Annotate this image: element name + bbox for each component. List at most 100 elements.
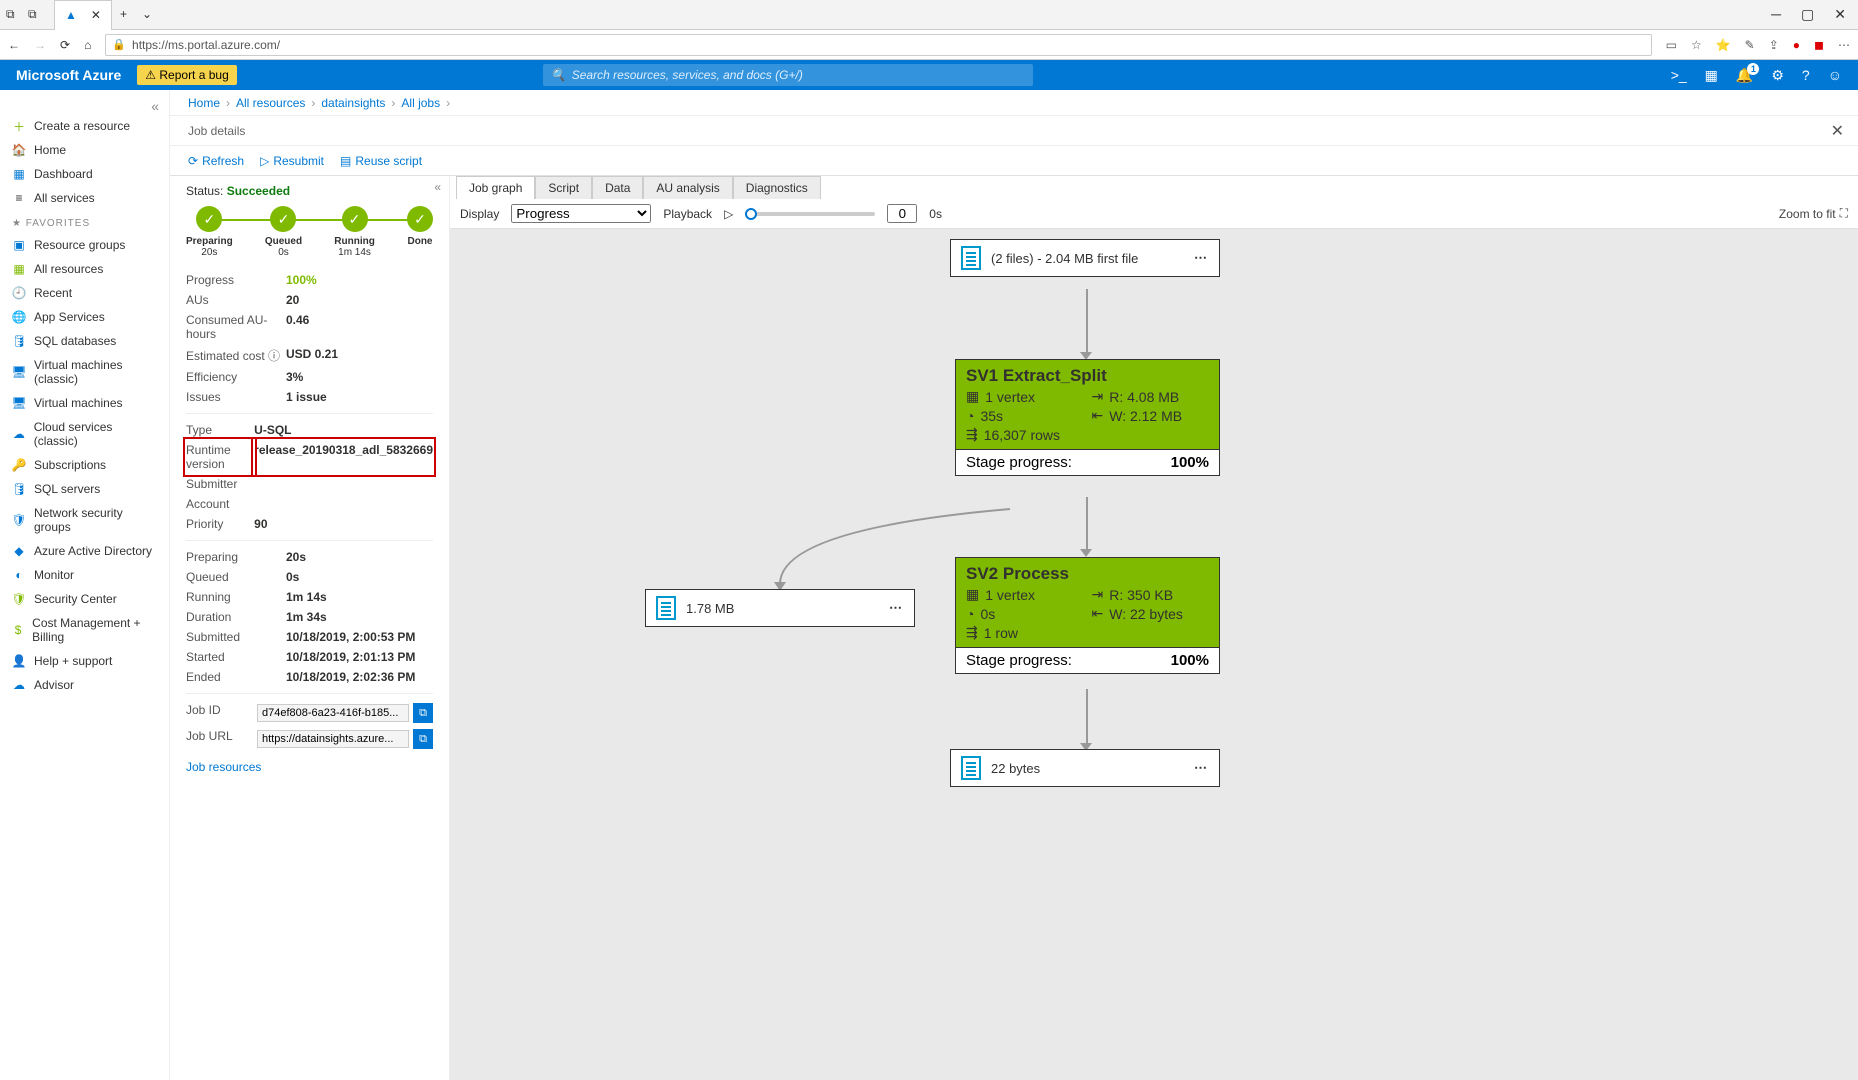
share-icon[interactable]: ⇪ xyxy=(1769,38,1779,52)
ext1-icon[interactable]: ● xyxy=(1793,38,1800,52)
nav-subscriptions[interactable]: 🔑Subscriptions xyxy=(0,453,169,477)
tab-close-button[interactable]: ✕ xyxy=(91,8,101,22)
nav-sql-databases[interactable]: 🛢SQL databases xyxy=(0,329,169,353)
collapse-details-button[interactable]: « xyxy=(434,180,441,194)
play-icon[interactable]: ▷ xyxy=(724,207,733,221)
job-resources-link[interactable]: Job resources xyxy=(186,760,261,774)
notifications-icon[interactable]: 🔔1 xyxy=(1736,67,1753,84)
home-icon: 🏠 xyxy=(12,143,26,157)
directory-icon[interactable]: ▦ xyxy=(1705,67,1718,84)
favorites-bar-icon[interactable]: ⭐ xyxy=(1716,38,1731,52)
reading-view-icon[interactable]: ▭ xyxy=(1666,38,1677,52)
sv2-node[interactable]: SV2 Process ▦1 vertex ⇥R: 350 KB ◔0s ⇤W:… xyxy=(955,557,1220,674)
output-file-node[interactable]: 22 bytes⋯ xyxy=(950,749,1220,787)
feedback-icon[interactable]: ☺ xyxy=(1828,67,1842,84)
tab-group-icon[interactable]: ⧉ xyxy=(6,7,22,23)
back-button[interactable]: ← xyxy=(8,38,20,52)
nav-security[interactable]: 🛡Security Center xyxy=(0,587,169,611)
address-bar[interactable]: 🔒 https://ms.portal.azure.com/ xyxy=(105,34,1651,56)
job-url-field[interactable] xyxy=(257,730,409,748)
crumb-allresources[interactable]: All resources xyxy=(236,96,305,110)
new-tab-button[interactable]: + xyxy=(120,7,136,23)
nav-resource-groups[interactable]: ▣Resource groups xyxy=(0,233,169,257)
more-icon[interactable]: ⋯ xyxy=(1838,38,1850,52)
rows-icon: ⇶ xyxy=(966,426,978,443)
nav-cloud-classic[interactable]: ☁Cloud services (classic) xyxy=(0,415,169,453)
nav-nsg[interactable]: 🛡Network security groups xyxy=(0,501,169,539)
tab-group-icon2[interactable]: ⧉ xyxy=(28,7,44,23)
resubmit-button[interactable]: ▷Resubmit xyxy=(260,154,324,168)
favorites-header: ★ FAVORITES xyxy=(0,210,169,233)
browser-tab[interactable]: ▲ ✕ xyxy=(54,0,112,30)
nav-app-services[interactable]: 🌐App Services xyxy=(0,305,169,329)
nav-vm-classic[interactable]: 🖥Virtual machines (classic) xyxy=(0,353,169,391)
clock-icon: ◔ xyxy=(966,408,974,424)
nav-sql-servers[interactable]: 🛢SQL servers xyxy=(0,477,169,501)
services-icon: ≡ xyxy=(12,191,26,205)
node-menu-icon[interactable]: ⋯ xyxy=(889,600,904,616)
crumb-home[interactable]: Home xyxy=(188,96,220,110)
node-menu-icon[interactable]: ⋯ xyxy=(1194,760,1209,776)
home-button[interactable]: ⌂ xyxy=(84,38,91,52)
close-blade-button[interactable]: ✕ xyxy=(1831,121,1844,141)
tab-data[interactable]: Data xyxy=(592,176,643,199)
node-menu-icon[interactable]: ⋯ xyxy=(1194,250,1209,266)
help-icon[interactable]: ? xyxy=(1802,67,1810,84)
notes-icon[interactable]: ✎ xyxy=(1745,38,1755,52)
grid-icon: ▦ xyxy=(966,586,979,603)
nav-home[interactable]: 🏠Home xyxy=(0,138,169,162)
refresh-button[interactable]: ⟳Refresh xyxy=(188,154,244,168)
write-icon: ⇤ xyxy=(1092,407,1104,424)
display-select[interactable]: Progress xyxy=(511,204,651,223)
ext2-icon[interactable]: ◼ xyxy=(1814,38,1824,52)
advisor-icon: ☁ xyxy=(12,678,26,692)
crumb-account[interactable]: datainsights xyxy=(321,96,385,110)
playback-time-input[interactable] xyxy=(887,204,917,223)
graph-canvas[interactable]: (2 files) - 2.04 MB first file⋯ SV1 Extr… xyxy=(450,229,1858,1080)
nav-aad[interactable]: ◆Azure Active Directory xyxy=(0,539,169,563)
nav-help[interactable]: 👤Help + support xyxy=(0,649,169,673)
clock-icon: ◔ xyxy=(966,606,974,622)
all-resources-icon: ▦ xyxy=(12,262,26,276)
sv1-node[interactable]: SV1 Extract_Split ▦1 vertex ⇥R: 4.08 MB … xyxy=(955,359,1220,476)
playback-slider[interactable] xyxy=(745,212,875,216)
nav-recent[interactable]: 🕘Recent xyxy=(0,281,169,305)
window-close[interactable]: ✕ xyxy=(1834,6,1846,23)
favorite-icon[interactable]: ☆ xyxy=(1691,38,1702,52)
job-id-field[interactable] xyxy=(257,704,409,722)
tab-diagnostics[interactable]: Diagnostics xyxy=(733,176,821,199)
cloud-shell-icon[interactable]: >_ xyxy=(1671,67,1687,84)
write-icon: ⇤ xyxy=(1092,605,1104,622)
nav-cost[interactable]: $Cost Management + Billing xyxy=(0,611,169,649)
tab-overflow-icon[interactable]: ⌄ xyxy=(142,7,158,23)
collapse-nav-button[interactable]: « xyxy=(0,98,169,114)
nav-vm[interactable]: 🖥Virtual machines xyxy=(0,391,169,415)
azure-logo[interactable]: Microsoft Azure xyxy=(16,67,121,83)
tab-au-analysis[interactable]: AU analysis xyxy=(643,176,732,199)
forward-button[interactable]: → xyxy=(34,38,46,52)
tab-script[interactable]: Script xyxy=(535,176,592,199)
intermediate-file-node[interactable]: 1.78 MB⋯ xyxy=(645,589,915,627)
settings-icon[interactable]: ⚙ xyxy=(1771,67,1784,84)
zoom-to-fit-button[interactable]: Zoom to fit ⛶ xyxy=(1779,206,1848,221)
nav-create-resource[interactable]: ＋Create a resource xyxy=(0,114,169,138)
nav-monitor[interactable]: ◐Monitor xyxy=(0,563,169,587)
check-icon: ✓ xyxy=(196,206,222,232)
window-minimize[interactable]: ─ xyxy=(1771,6,1781,23)
report-bug-button[interactable]: ⚠ Report a bug xyxy=(137,65,236,85)
global-search[interactable]: 🔍 Search resources, services, and docs (… xyxy=(543,64,1033,86)
reuse-script-button[interactable]: ▤Reuse script xyxy=(340,154,422,168)
refresh-button[interactable]: ⟳ xyxy=(60,38,70,52)
copy-icon[interactable]: ⧉ xyxy=(413,729,433,749)
tab-job-graph[interactable]: Job graph xyxy=(456,176,535,199)
window-maximize[interactable]: ▢ xyxy=(1801,6,1814,23)
nav-all-resources[interactable]: ▦All resources xyxy=(0,257,169,281)
nav-all-services[interactable]: ≡All services xyxy=(0,186,169,210)
crumb-alljobs[interactable]: All jobs xyxy=(401,96,440,110)
input-file-node[interactable]: (2 files) - 2.04 MB first file⋯ xyxy=(950,239,1220,277)
copy-icon[interactable]: ⧉ xyxy=(413,703,433,723)
playback-unit: 0s xyxy=(929,207,942,221)
nav-dashboard[interactable]: ▦Dashboard xyxy=(0,162,169,186)
nav-advisor[interactable]: ☁Advisor xyxy=(0,673,169,697)
browser-tab-strip: ⧉ ⧉ ▲ ✕ + ⌄ ─ ▢ ✕ xyxy=(0,0,1858,30)
